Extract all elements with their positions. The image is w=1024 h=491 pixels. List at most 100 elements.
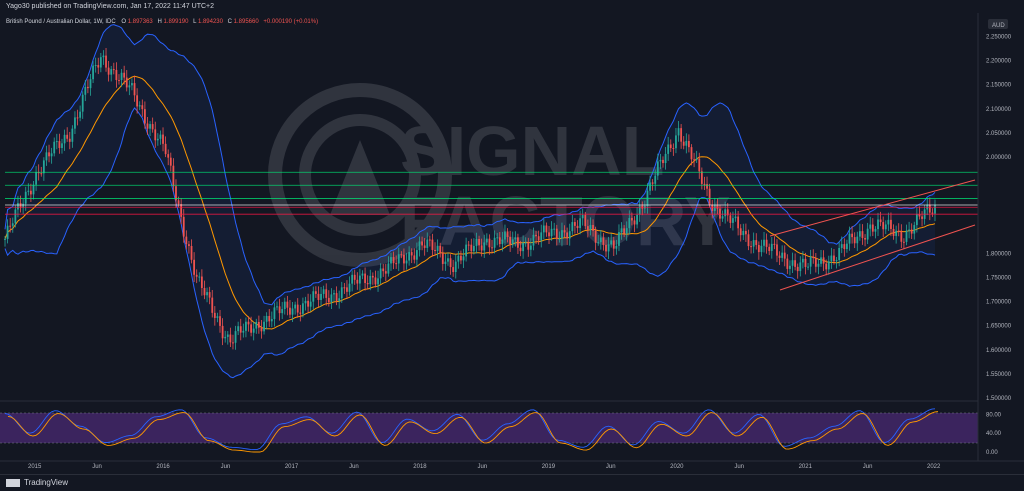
- candle-body: [827, 261, 830, 270]
- candle-body: [198, 276, 201, 278]
- candle-body: [159, 134, 162, 139]
- candle-body: [548, 232, 550, 237]
- candle-body: [773, 243, 776, 245]
- candle-body: [903, 241, 905, 243]
- candle-body: [436, 245, 439, 251]
- candle-body: [359, 275, 361, 284]
- candle-body: [809, 256, 812, 267]
- candle-body: [94, 65, 97, 67]
- candle-body: [164, 143, 167, 155]
- candle-body: [74, 117, 76, 129]
- candle-body: [610, 240, 613, 245]
- candle-body: [680, 128, 683, 142]
- candle-body: [825, 263, 828, 270]
- candle-body: [799, 262, 802, 272]
- price-tick-label: 2.050000: [986, 131, 1012, 137]
- candle-body: [146, 123, 149, 129]
- price-chart[interactable]: SIGNAL FACTORY 1.9682471.9413541.9140211…: [0, 0, 1024, 474]
- candle-body: [63, 134, 66, 144]
- candle-body: [675, 135, 677, 149]
- candle-body: [325, 289, 328, 298]
- candle-body: [118, 80, 120, 82]
- candle-body: [897, 230, 900, 232]
- candle-body: [612, 240, 615, 249]
- legend-high: 1.899190: [163, 19, 189, 25]
- time-tick-label: Jun: [221, 464, 231, 470]
- candle-body: [265, 315, 268, 322]
- candle-body: [848, 233, 851, 244]
- candle-body: [514, 237, 517, 240]
- candle-body: [838, 247, 841, 261]
- time-tick-label: Jun: [92, 464, 102, 470]
- candle-body: [369, 275, 372, 285]
- candle-body: [136, 95, 139, 107]
- candle-body: [843, 244, 846, 250]
- candle-body: [353, 274, 356, 280]
- price-tick-label: 1.700000: [986, 300, 1012, 306]
- candle-body: [439, 245, 442, 254]
- time-tick-label: Jun: [863, 464, 873, 470]
- candle-body: [864, 237, 866, 240]
- candle-body: [874, 229, 877, 232]
- candle-body: [206, 292, 208, 296]
- candle-body: [42, 160, 45, 174]
- candle-body: [504, 231, 506, 240]
- candle-body: [299, 312, 302, 314]
- candle-body: [734, 216, 737, 219]
- candle-body: [105, 55, 107, 68]
- tradingview-logo[interactable]: TradingView: [6, 478, 68, 487]
- candle-body: [86, 86, 89, 89]
- candle-body: [501, 239, 504, 245]
- candle-body: [384, 271, 387, 274]
- candle-body: [107, 67, 110, 75]
- candle-body: [636, 214, 638, 225]
- candle-body: [97, 65, 100, 68]
- candle-body: [392, 257, 395, 264]
- candle-body: [846, 243, 848, 250]
- candle-body: [553, 228, 556, 230]
- candle-body: [257, 321, 260, 328]
- price-tick-label: 1.500000: [986, 396, 1012, 402]
- candle-body: [470, 244, 473, 252]
- time-axis[interactable]: 2015 Jun 2016 Jun 2017 Jun 2018 Jun 2019 Jun 2020 J…: [28, 464, 941, 470]
- candle-body: [669, 144, 672, 149]
- candle-body: [291, 308, 294, 315]
- candle-body: [625, 228, 628, 234]
- candle-body: [224, 336, 227, 339]
- candle-body: [232, 342, 234, 344]
- candle-body: [242, 330, 245, 333]
- candle-body: [338, 298, 341, 301]
- candle-body: [120, 72, 123, 81]
- candle-body: [817, 263, 820, 267]
- candle-body: [276, 306, 278, 308]
- candle-body: [915, 214, 918, 226]
- candle-body: [537, 236, 540, 241]
- candle-body: [193, 259, 196, 275]
- candle-body: [84, 86, 87, 95]
- candle-body: [664, 153, 667, 164]
- candle-body: [55, 141, 58, 143]
- candle-body: [403, 254, 405, 264]
- candle-body: [102, 55, 105, 58]
- candle-body: [858, 231, 861, 237]
- candle-body: [597, 242, 600, 244]
- candle-body: [322, 289, 325, 294]
- candle-body: [757, 244, 760, 253]
- candle-body: [361, 273, 364, 276]
- candle-body: [351, 274, 354, 284]
- candle-body: [687, 140, 690, 148]
- candle-body: [574, 222, 576, 226]
- candle-body: [32, 184, 35, 195]
- candle-body: [11, 223, 14, 226]
- candle-body: [719, 208, 721, 219]
- candle-body: [498, 237, 501, 245]
- candle-body: [110, 69, 113, 75]
- price-tick-label: 2.150000: [986, 83, 1012, 89]
- candle-body: [444, 261, 447, 264]
- candle-body: [478, 238, 480, 246]
- candle-body: [185, 236, 188, 245]
- candle-body: [294, 304, 297, 309]
- candle-body: [50, 153, 53, 157]
- candle-body: [188, 244, 190, 246]
- candle-body: [713, 205, 716, 211]
